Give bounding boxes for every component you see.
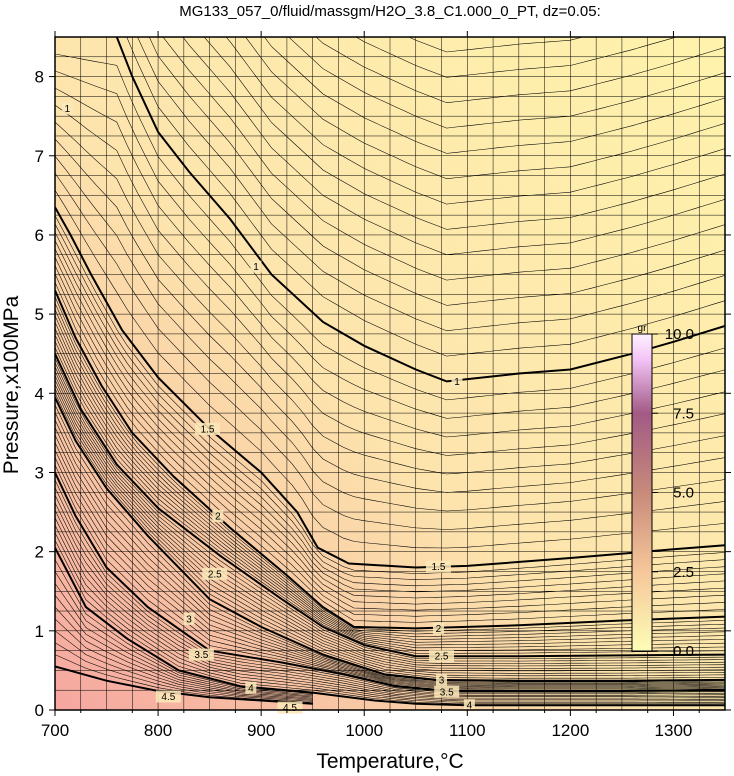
- x-tick-label: 1000: [345, 721, 383, 740]
- contour-label: 2: [215, 512, 221, 523]
- colorbar-ramp: [631, 333, 653, 652]
- chart-title: MG133_057_0/fluid/massgm/H2O_3.8_C1.000_…: [179, 3, 601, 20]
- x-tick-label: 1300: [655, 721, 693, 740]
- x-tick-label: 1100: [449, 721, 486, 740]
- contour-label: 1.5: [431, 562, 445, 573]
- y-tick-label: 4: [35, 384, 44, 403]
- x-tick-label: 1200: [551, 721, 589, 740]
- y-tick-label: 8: [35, 68, 44, 87]
- y-tick-label: 7: [35, 147, 44, 166]
- y-axis-title: Pressure,x100MPa: [0, 295, 23, 474]
- contour-label: 2.5: [435, 652, 449, 663]
- y-tick-label: 6: [35, 226, 44, 245]
- contour-label: 2: [436, 624, 442, 635]
- y-tick-label: 1: [35, 622, 44, 641]
- contour-label: 4.5: [283, 703, 297, 714]
- contour-label: 4: [248, 683, 254, 694]
- x-axis-title: Temperature,°C: [316, 750, 463, 773]
- contour-label: 3.5: [440, 687, 454, 698]
- colorbar-tick-label: 2.5: [673, 564, 694, 581]
- contour-label: 3.5: [194, 650, 208, 661]
- contour-label: 1: [253, 262, 259, 273]
- contour-line-minor: [55, 0, 725, 1]
- colorbar-tick-label: 0.0: [673, 643, 694, 660]
- x-tick-label: 800: [144, 721, 172, 740]
- colorbar-tick-label: 10.0: [665, 326, 694, 343]
- contour-label: 3: [186, 614, 192, 625]
- y-tick-label: 2: [35, 543, 44, 562]
- x-tick-label: 900: [247, 721, 275, 740]
- colorbar-unit: gr: [638, 323, 648, 334]
- contour-label: 3: [439, 675, 445, 686]
- contour-label: 1.5: [201, 424, 215, 435]
- contour-label: 1: [65, 104, 71, 115]
- contour-label: 1: [454, 377, 460, 388]
- x-tick-label: 700: [41, 721, 69, 740]
- colorbar-tick-label: 5.0: [673, 485, 694, 502]
- y-tick-label: 0: [35, 701, 44, 720]
- y-tick-label: 3: [35, 463, 44, 482]
- contour-chart: MG133_057_0/fluid/massgm/H2O_3.8_C1.000_…: [0, 0, 731, 773]
- contour-label: 2.5: [208, 569, 222, 580]
- contour-label: 4.5: [161, 692, 175, 703]
- y-tick-label: 5: [35, 305, 44, 324]
- colorbar-tick-label: 7.5: [673, 405, 694, 422]
